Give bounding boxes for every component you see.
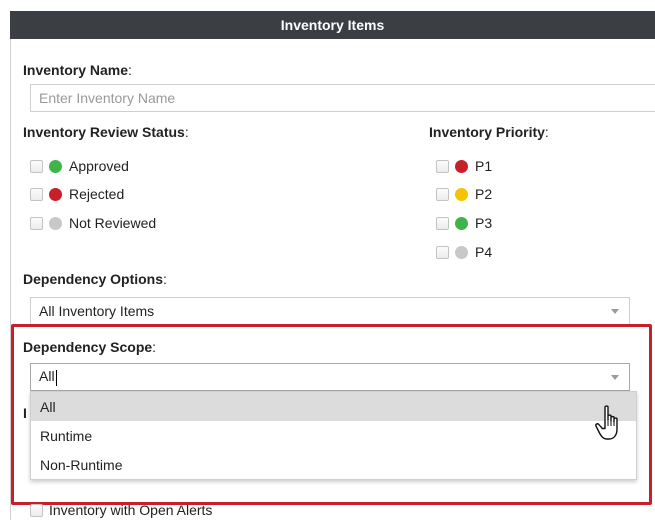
priority-p1-text: P1 — [475, 158, 493, 174]
status-approved-option[interactable]: Approved — [30, 158, 129, 174]
priority-p3-checkbox[interactable] — [436, 216, 449, 230]
status-rejected-checkbox[interactable] — [30, 187, 43, 201]
priority-p3-text: P3 — [475, 215, 493, 231]
dependency-scope-value[interactable]: All — [39, 368, 611, 386]
priority-p4-text: P4 — [475, 244, 493, 260]
dropdown-option-non-runtime[interactable]: Non-Runtime — [31, 450, 636, 479]
red-status-dot-icon — [49, 187, 62, 201]
priority-p2-text: P2 — [475, 186, 493, 202]
status-rejected-option[interactable]: Rejected — [30, 186, 124, 202]
dependency-scope-dropdown-list: All Runtime Non-Runtime — [30, 391, 637, 480]
status-not-reviewed-text: Not Reviewed — [69, 215, 157, 231]
panel-title: Inventory Items — [280, 17, 385, 33]
gray-status-dot-icon — [49, 216, 62, 230]
dropdown-option-runtime[interactable]: Runtime — [31, 421, 636, 450]
dependency-scope-select[interactable]: All — [30, 363, 630, 391]
priority-p4-checkbox[interactable] — [436, 245, 449, 259]
red-priority-dot-icon — [455, 159, 468, 173]
review-status-label: Inventory Review Status: — [23, 124, 189, 140]
green-priority-dot-icon — [455, 216, 468, 230]
dependency-options-select[interactable]: All Inventory Items — [30, 297, 630, 325]
hidden-label-fragment: I — [23, 405, 27, 421]
status-not-reviewed-checkbox[interactable] — [30, 216, 43, 230]
dependency-options-label: Dependency Options: — [23, 271, 167, 287]
priority-p2-option[interactable]: P2 — [436, 186, 492, 202]
open-alerts-checkbox[interactable] — [30, 503, 43, 517]
inventory-name-input[interactable] — [30, 84, 655, 112]
status-rejected-text: Rejected — [69, 186, 125, 202]
gray-priority-dot-icon — [455, 245, 468, 259]
caret-down-icon — [611, 374, 619, 380]
dependency-scope-label: Dependency Scope: — [23, 339, 157, 355]
dependency-options-value: All Inventory Items — [39, 303, 155, 319]
dropdown-option-all[interactable]: All — [31, 392, 636, 421]
green-status-dot-icon — [49, 159, 62, 173]
status-approved-checkbox[interactable] — [30, 159, 43, 173]
hand-pointer-icon — [595, 405, 618, 440]
priority-label: Inventory Priority: — [429, 124, 549, 140]
priority-p3-option[interactable]: P3 — [436, 215, 492, 231]
yellow-priority-dot-icon — [455, 187, 468, 201]
inventory-name-label: Inventory Name: — [23, 62, 132, 78]
caret-down-icon — [611, 308, 619, 314]
priority-p2-checkbox[interactable] — [436, 187, 449, 201]
priority-p1-option[interactable]: P1 — [436, 158, 492, 174]
open-alerts-text: Inventory with Open Alerts — [49, 502, 213, 518]
status-not-reviewed-option[interactable]: Not Reviewed — [30, 215, 156, 231]
priority-p4-option[interactable]: P4 — [436, 244, 492, 260]
panel-header: Inventory Items — [10, 11, 655, 39]
status-approved-text: Approved — [69, 158, 129, 174]
text-cursor — [55, 369, 57, 386]
notification-open-alerts-option[interactable]: Inventory with Open Alerts — [30, 502, 212, 518]
priority-p1-checkbox[interactable] — [436, 159, 449, 173]
